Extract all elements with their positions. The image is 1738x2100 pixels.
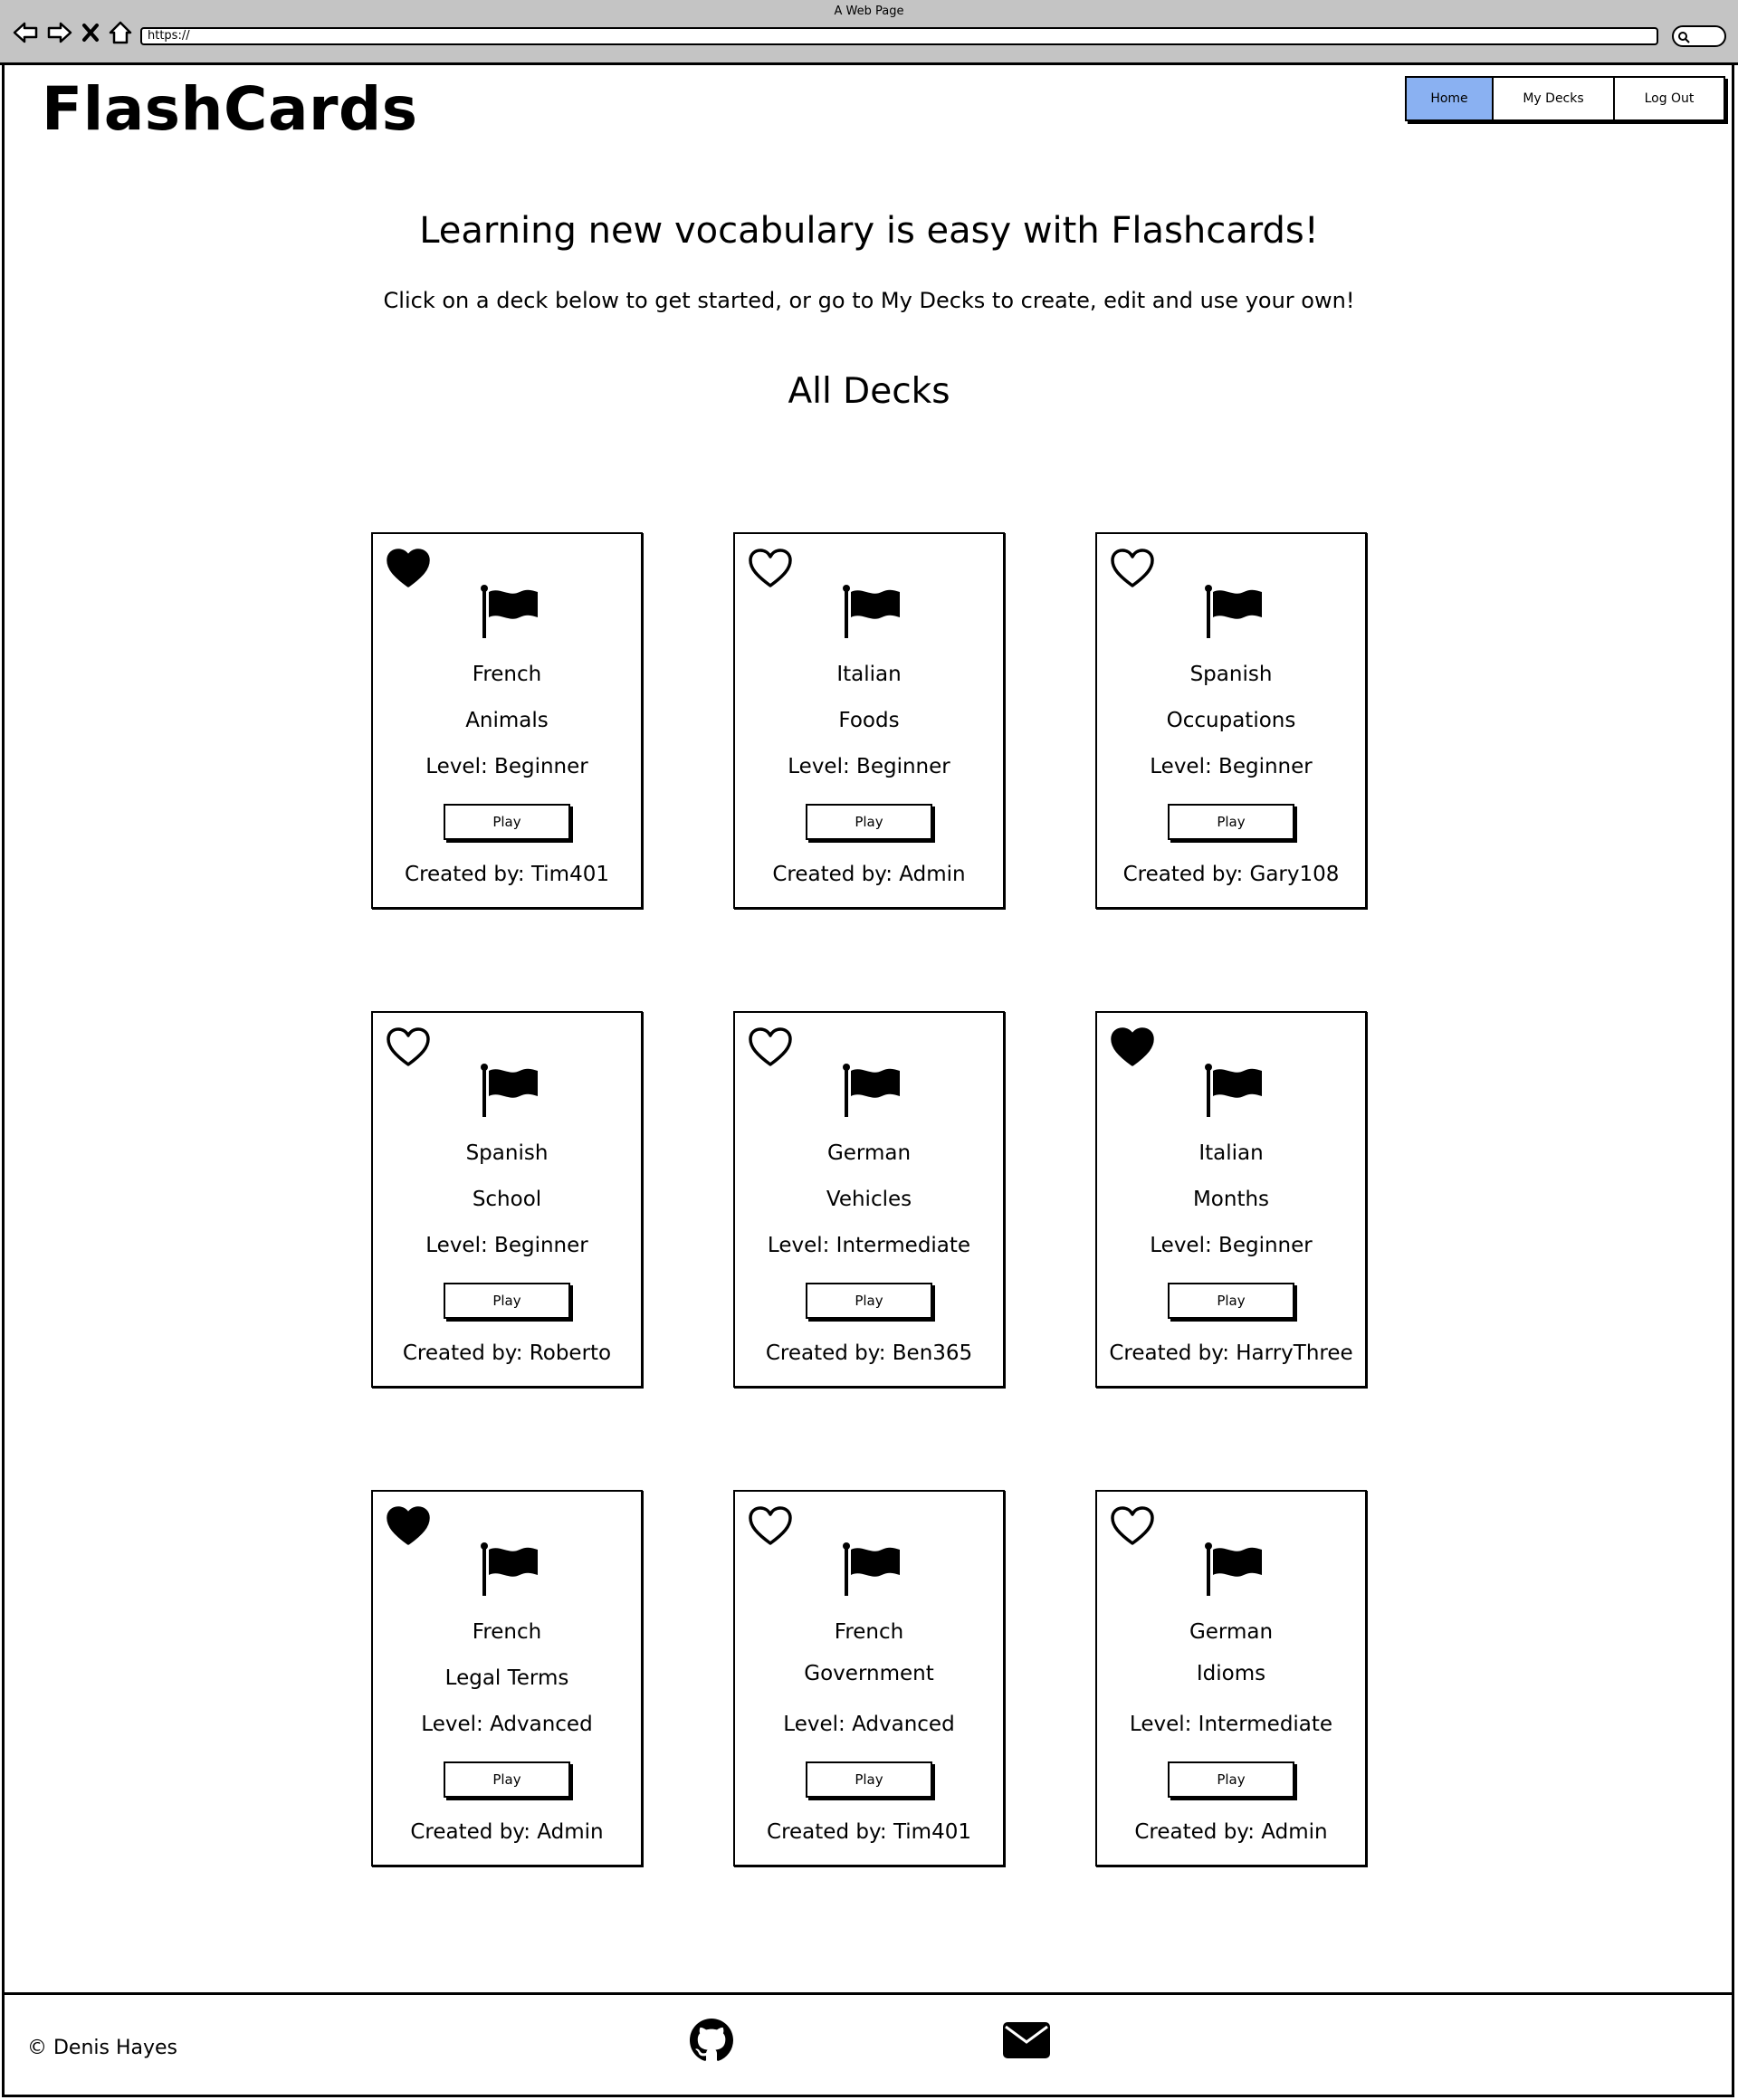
deck-creator: Created by: Roberto — [402, 1341, 612, 1365]
forward-icon[interactable] — [47, 22, 72, 43]
flag-icon — [481, 585, 538, 638]
nav-my-decks[interactable]: My Decks — [1494, 78, 1615, 119]
deck-card[interactable]: Italian Months Level: Beginner Play Created … — [1095, 1011, 1367, 1388]
heart-icon[interactable] — [1110, 1505, 1155, 1547]
deck-topic: Foods — [838, 709, 900, 732]
deck-creator: Created by: Admin — [772, 863, 966, 886]
url-input[interactable]: https:// — [140, 27, 1658, 45]
flag-icon — [1205, 585, 1262, 638]
heart-icon[interactable] — [748, 1026, 793, 1068]
deck-creator: Created by: HarryThree — [1109, 1341, 1353, 1365]
nav-log-out[interactable]: Log Out — [1615, 78, 1724, 119]
home-icon[interactable] — [109, 21, 132, 44]
github-icon[interactable] — [690, 2019, 733, 2062]
browser-search[interactable] — [1672, 25, 1726, 47]
deck-card[interactable]: Italian Foods Level: Beginner Play Created b… — [733, 532, 1005, 909]
deck-level: Level: Intermediate — [767, 1234, 971, 1257]
deck-card[interactable]: Spanish Occupations Level: Beginner Play Cre… — [1095, 532, 1367, 909]
deck-level: Level: Beginner — [1150, 1234, 1313, 1257]
heart-icon[interactable] — [386, 548, 431, 589]
section-title: All Decks — [788, 371, 950, 412]
heart-icon[interactable] — [748, 1505, 793, 1547]
flag-icon — [843, 1542, 900, 1596]
deck-topic: School — [472, 1188, 542, 1211]
deck-creator: Created by: Admin — [1134, 1820, 1328, 1844]
deck-card[interactable]: Spanish School Level: Beginner Play Created … — [371, 1011, 643, 1388]
play-button[interactable]: Play — [806, 804, 932, 840]
back-icon[interactable] — [13, 22, 38, 43]
deck-level: Level: Beginner — [425, 755, 588, 778]
mail-icon[interactable] — [1003, 2022, 1050, 2058]
flag-icon — [481, 1064, 538, 1117]
deck-level: Level: Beginner — [1150, 755, 1313, 778]
play-button[interactable]: Play — [444, 1283, 570, 1319]
flag-icon — [1205, 1064, 1262, 1117]
main-nav: Home My Decks Log Out — [1405, 76, 1725, 121]
deck-language: Spanish — [1189, 663, 1273, 686]
play-button[interactable]: Play — [1168, 1761, 1294, 1798]
deck-creator: Created by: Tim401 — [405, 863, 609, 886]
deck-card[interactable]: German Vehicles Level: Intermediate Play Cre… — [733, 1011, 1005, 1388]
deck-creator: Created by: Admin — [410, 1820, 604, 1844]
flag-icon — [481, 1542, 538, 1596]
deck-language: German — [1189, 1620, 1274, 1644]
page-subline: Click on a deck below to get started, or… — [383, 288, 1355, 313]
play-button[interactable]: Play — [806, 1283, 932, 1319]
play-button[interactable]: Play — [1168, 1283, 1294, 1319]
deck-language: German — [826, 1141, 912, 1165]
deck-level: Level: Intermediate — [1129, 1713, 1333, 1736]
deck-creator: Created by: Gary108 — [1122, 863, 1340, 886]
deck-language: Italian — [836, 663, 902, 686]
play-button[interactable]: Play — [806, 1761, 932, 1798]
deck-language: Spanish — [465, 1141, 549, 1165]
deck-card[interactable]: French Animals Level: Beginner Play Created … — [371, 532, 643, 909]
flag-icon — [843, 1064, 900, 1117]
play-button[interactable]: Play — [444, 804, 570, 840]
deck-creator: Created by: Ben365 — [765, 1341, 973, 1365]
flag-icon — [843, 585, 900, 638]
flag-icon — [1205, 1542, 1262, 1596]
play-button[interactable]: Play — [444, 1761, 570, 1798]
deck-topic: Idioms — [1196, 1662, 1266, 1685]
search-icon — [1678, 32, 1690, 43]
deck-card[interactable]: French Legal Terms Level: Advanced Play Crea… — [371, 1490, 643, 1866]
deck-topic: Occupations — [1166, 709, 1296, 732]
deck-topic: Months — [1192, 1188, 1270, 1211]
browser-nav — [13, 20, 132, 45]
deck-card[interactable]: German Idioms Level: Intermediate Play Creat… — [1095, 1490, 1367, 1866]
close-icon[interactable] — [81, 23, 100, 43]
page-headline: Learning new vocabulary is easy with Fla… — [419, 210, 1319, 252]
heart-icon[interactable] — [1110, 548, 1155, 589]
deck-language: French — [472, 663, 542, 686]
deck-language: French — [472, 1620, 542, 1644]
deck-level: Level: Advanced — [421, 1713, 593, 1736]
copyright-text: © Denis Hayes — [27, 2037, 178, 2059]
deck-creator: Created by: Tim401 — [767, 1820, 971, 1844]
window-title: A Web Page — [834, 5, 904, 18]
deck-topic: Legal Terms — [444, 1666, 569, 1690]
deck-level: Level: Beginner — [788, 755, 950, 778]
deck-topic: Vehicles — [826, 1188, 912, 1211]
deck-level: Level: Beginner — [425, 1234, 588, 1257]
deck-card[interactable]: French Government Level: Advanced Play Creat… — [733, 1490, 1005, 1866]
heart-icon[interactable] — [1110, 1026, 1155, 1068]
deck-level: Level: Advanced — [783, 1713, 955, 1736]
play-button[interactable]: Play — [1168, 804, 1294, 840]
heart-icon[interactable] — [386, 1026, 431, 1068]
nav-home[interactable]: Home — [1407, 78, 1494, 119]
footer-divider — [2, 1992, 1734, 1995]
site-logo[interactable]: FlashCards — [42, 74, 418, 144]
browser-chrome: A Web Page https:// — [0, 0, 1738, 65]
deck-language: Italian — [1198, 1141, 1264, 1165]
heart-icon[interactable] — [386, 1505, 431, 1547]
deck-topic: Animals — [465, 709, 549, 732]
heart-icon[interactable] — [748, 548, 793, 589]
deck-language: French — [834, 1620, 904, 1644]
deck-topic: Government — [804, 1662, 934, 1685]
